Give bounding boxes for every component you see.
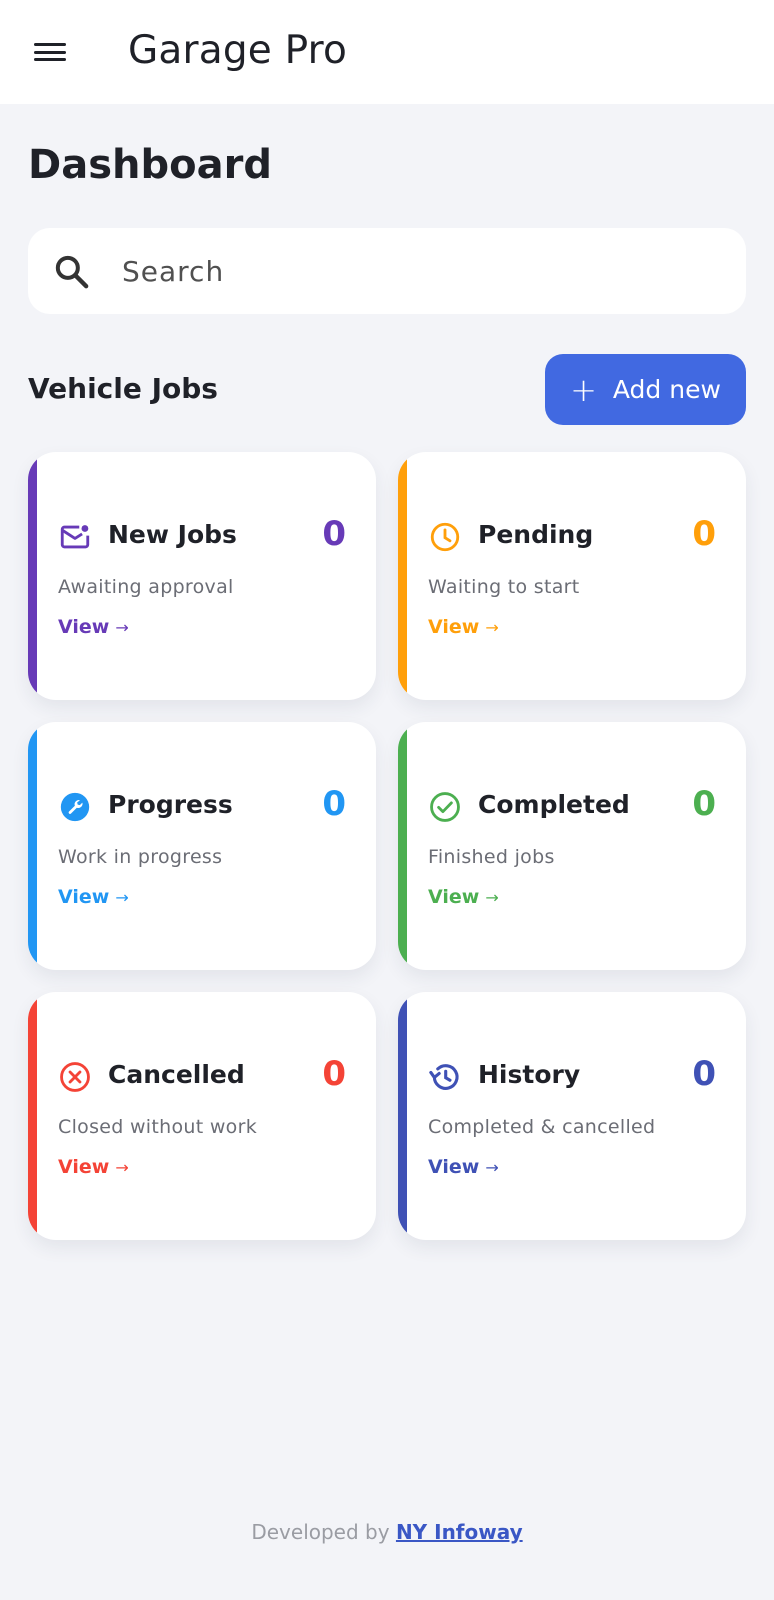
- card-label: History: [478, 1060, 581, 1089]
- view-link-label: View: [428, 616, 480, 638]
- menu-icon[interactable]: [30, 36, 70, 68]
- view-link-label: View: [58, 616, 110, 638]
- card-description: Awaiting approval: [58, 576, 234, 598]
- app-title: Garage Pro: [128, 28, 348, 73]
- wrench-icon: [60, 792, 90, 822]
- card-accent-bar: [398, 452, 407, 700]
- card-accent-bar: [28, 452, 37, 700]
- card-description: Work in progress: [58, 846, 223, 868]
- card-label: Completed: [478, 790, 630, 819]
- mail-icon: [60, 525, 90, 549]
- card-description: Finished jobs: [428, 846, 555, 868]
- card-new-jobs[interactable]: New Jobs 0 Awaiting approval View →: [28, 452, 376, 700]
- card-description: Waiting to start: [428, 576, 580, 598]
- cancel-circle-icon: [60, 1062, 90, 1092]
- developer-link[interactable]: NY Infoway: [396, 1520, 523, 1544]
- card-label: Cancelled: [108, 1060, 245, 1089]
- card-count: 0: [692, 784, 716, 824]
- search-input[interactable]: [122, 248, 702, 294]
- card-accent-bar: [398, 722, 407, 970]
- clock-icon: [430, 522, 460, 552]
- card-cancelled[interactable]: Cancelled 0 Closed without work View →: [28, 992, 376, 1240]
- page-title: Dashboard: [28, 142, 272, 188]
- card-count: 0: [692, 1054, 716, 1094]
- card-accent-bar: [28, 992, 37, 1240]
- card-accent-bar: [28, 722, 37, 970]
- card-label: Pending: [478, 520, 594, 549]
- arrow-right-icon: →: [115, 888, 129, 907]
- check-circle-icon: [430, 792, 460, 822]
- card-label: Progress: [108, 790, 233, 819]
- history-icon: [429, 1064, 459, 1090]
- search-icon: [55, 255, 89, 289]
- view-link[interactable]: View →: [58, 1156, 129, 1178]
- card-history[interactable]: History 0 Completed & cancelled View →: [398, 992, 746, 1240]
- plus-icon: +: [570, 370, 597, 409]
- card-description: Completed & cancelled: [428, 1116, 656, 1138]
- search-bar[interactable]: [28, 228, 746, 314]
- view-link-label: View: [428, 886, 480, 908]
- card-count: 0: [322, 1054, 346, 1094]
- footer-prefix: Developed by: [251, 1520, 390, 1544]
- add-new-button[interactable]: + Add new: [545, 354, 746, 425]
- card-pending[interactable]: Pending 0 Waiting to start View →: [398, 452, 746, 700]
- view-link[interactable]: View →: [428, 1156, 499, 1178]
- card-description: Closed without work: [58, 1116, 258, 1138]
- card-count: 0: [322, 784, 346, 824]
- app-bar: Garage Pro: [0, 0, 774, 104]
- footer: Developed by NY Infoway: [0, 1520, 774, 1544]
- arrow-right-icon: →: [485, 888, 499, 907]
- view-link[interactable]: View →: [58, 616, 129, 638]
- card-progress[interactable]: Progress 0 Work in progress View →: [28, 722, 376, 970]
- arrow-right-icon: →: [115, 618, 129, 637]
- add-new-label: Add new: [612, 375, 721, 404]
- view-link[interactable]: View →: [428, 886, 499, 908]
- view-link-label: View: [58, 1156, 110, 1178]
- view-link-label: View: [428, 1156, 480, 1178]
- card-count: 0: [322, 514, 346, 554]
- section-title: Vehicle Jobs: [28, 372, 218, 405]
- card-completed[interactable]: Completed 0 Finished jobs View →: [398, 722, 746, 970]
- arrow-right-icon: →: [485, 618, 499, 637]
- view-link[interactable]: View →: [428, 616, 499, 638]
- view-link-label: View: [58, 886, 110, 908]
- card-count: 0: [692, 514, 716, 554]
- card-accent-bar: [398, 992, 407, 1240]
- arrow-right-icon: →: [485, 1158, 499, 1177]
- view-link[interactable]: View →: [58, 886, 129, 908]
- card-label: New Jobs: [108, 520, 237, 549]
- arrow-right-icon: →: [115, 1158, 129, 1177]
